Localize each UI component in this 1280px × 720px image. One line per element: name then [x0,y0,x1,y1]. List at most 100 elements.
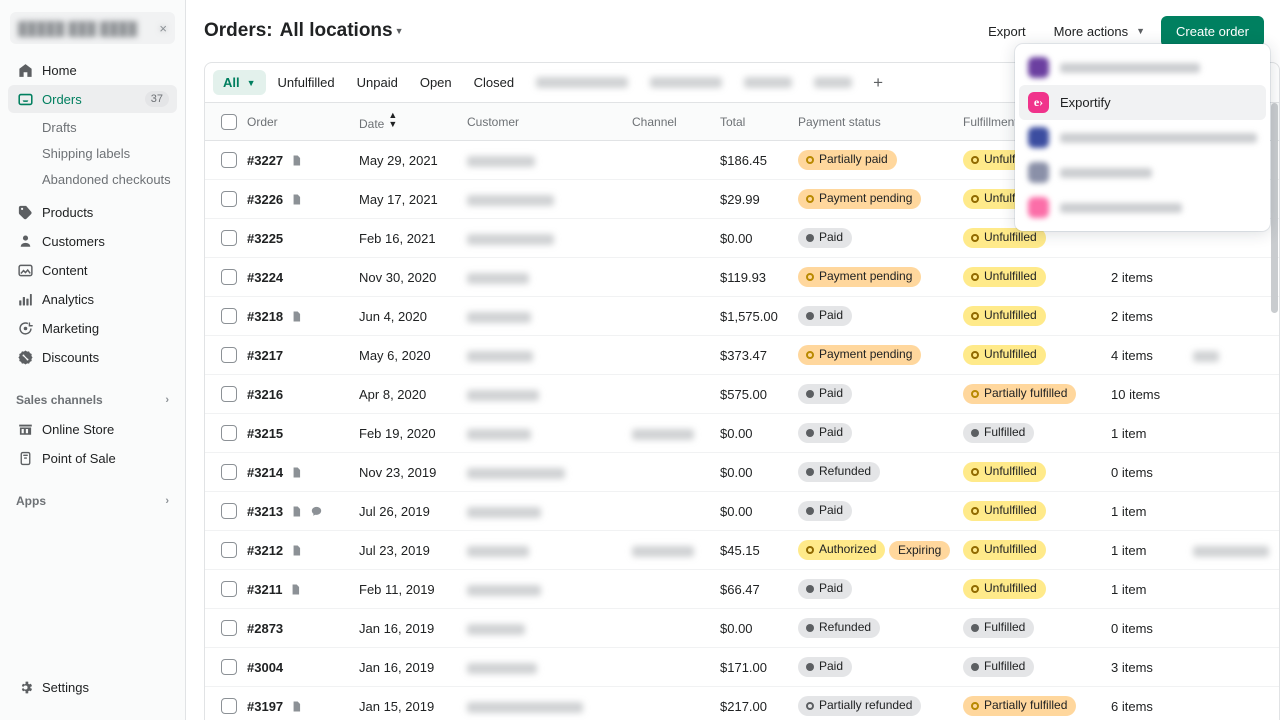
row-checkbox[interactable] [221,269,237,285]
column-channel[interactable]: Channel [632,103,720,141]
order-cell[interactable]: #3218 [247,297,359,336]
column-total[interactable]: Total [720,103,798,141]
column-date[interactable]: Date▲▼ [359,103,467,141]
menu-item-app[interactable] [1019,50,1266,85]
select-all-checkbox[interactable] [221,114,237,130]
row-checkbox[interactable] [221,542,237,558]
sidebar-item-settings[interactable]: Settings [8,673,177,701]
customer-name [467,195,554,206]
table-row[interactable]: #3211Feb 11, 2019$66.47Paid Unfulfilled1… [205,570,1280,609]
column-payment-status[interactable]: Payment status [798,103,963,141]
order-cell[interactable]: #3216 [247,375,359,414]
order-number: #3224 [247,270,283,285]
sidebar-item-point-of-sale[interactable]: Point of Sale [8,444,177,472]
sidebar-item-abandoned-checkouts[interactable]: Abandoned checkouts [8,166,177,192]
sidebar-item-shipping-labels[interactable]: Shipping labels [8,140,177,166]
scrollbar-thumb[interactable] [1271,103,1278,313]
sidebar-item-products[interactable]: Products [8,198,177,226]
row-checkbox[interactable] [221,698,237,714]
sidebar-item-drafts[interactable]: Drafts [8,114,177,140]
column-order[interactable]: Order [247,103,359,141]
table-row[interactable]: #3214Nov 23, 2019$0.00Refunded Unfulfill… [205,453,1280,492]
menu-item-app[interactable] [1019,120,1266,155]
fulfillment-status-badge: Fulfilled [963,423,1034,443]
table-row[interactable]: #3212Jul 23, 2019$45.15Authorized Expiri… [205,531,1280,570]
tab-all[interactable]: All ▼ [213,70,266,95]
close-icon[interactable]: × [159,21,167,36]
table-row[interactable]: #3197Jan 15, 2019$217.00Partially refund… [205,687,1280,720]
row-checkbox[interactable] [221,464,237,480]
sidebar-item-online-store[interactable]: Online Store [8,415,177,443]
tab-custom-4[interactable] [804,72,862,93]
order-cell[interactable]: #3224 [247,258,359,297]
location-filter[interactable]: All locations▼ [280,20,404,42]
row-checkbox[interactable] [221,152,237,168]
total-cell: $0.00 [720,219,798,258]
column-customer[interactable]: Customer [467,103,632,141]
table-row[interactable]: #3216Apr 8, 2020$575.00Paid Partially fu… [205,375,1280,414]
total-cell: $29.99 [720,180,798,219]
store-switcher[interactable]: █████ ███ ████ × [10,12,175,44]
sidebar-item-content[interactable]: Content [8,256,177,284]
order-cell[interactable]: #3227 [247,141,359,180]
date-cell: May 6, 2020 [359,336,467,375]
row-checkbox[interactable] [221,191,237,207]
order-cell[interactable]: #3213 [247,492,359,531]
sales-channels-header[interactable]: Sales channels › [8,389,177,411]
order-number: #3225 [247,231,283,246]
menu-item-app[interactable] [1019,190,1266,225]
row-checkbox[interactable] [221,620,237,636]
sidebar-item-orders[interactable]: Orders 37 [8,85,177,113]
table-row[interactable]: #3215Feb 19, 2020$0.00Paid Fulfilled1 it… [205,414,1280,453]
sidebar-item-home[interactable]: Home [8,56,177,84]
row-checkbox[interactable] [221,425,237,441]
sidebar-item-analytics[interactable]: Analytics [8,285,177,313]
apps-header[interactable]: Apps › [8,490,177,512]
table-row[interactable]: #3004Jan 16, 2019$171.00Paid Fulfilled3 … [205,648,1280,687]
sidebar-item-marketing[interactable]: Marketing [8,314,177,342]
tab-custom-3[interactable] [734,72,802,93]
row-checkbox[interactable] [221,581,237,597]
menu-item-app[interactable] [1019,155,1266,190]
sidebar-item-customers[interactable]: Customers [8,227,177,255]
order-cell[interactable]: #3225 [247,219,359,258]
row-checkbox[interactable] [221,659,237,675]
order-cell[interactable]: #3197 [247,687,359,720]
items-cell: 10 items [1111,375,1193,414]
table-scrollbar[interactable] [1270,103,1279,720]
tab-custom-1[interactable] [526,72,638,93]
order-cell[interactable]: #3212 [247,531,359,570]
sidebar-item-discounts[interactable]: Discounts [8,343,177,371]
menu-item-exportify[interactable]: e›Exportify [1019,85,1266,120]
tags-cell [1193,258,1280,297]
table-row[interactable]: #2873Jan 16, 2019$0.00Refunded Fulfilled… [205,609,1280,648]
create-order-button[interactable]: Create order [1161,16,1264,47]
tab-closed[interactable]: Closed [464,70,524,95]
order-cell[interactable]: #3214 [247,453,359,492]
add-tab-button[interactable]: + [864,72,892,93]
table-row[interactable]: #3217May 6, 2020$373.47Payment pending U… [205,336,1280,375]
table-row[interactable]: #3213Jul 26, 2019$0.00Paid Unfulfilled1 … [205,492,1280,531]
tab-custom-2[interactable] [640,72,732,93]
payment-status-badge: Refunded [798,618,880,638]
order-cell[interactable]: #2873 [247,609,359,648]
more-actions-button[interactable]: More actions ▼ [1042,17,1157,46]
row-checkbox[interactable] [221,347,237,363]
order-cell[interactable]: #3215 [247,414,359,453]
order-cell[interactable]: #3211 [247,570,359,609]
note-icon [290,193,303,206]
tab-unpaid[interactable]: Unpaid [347,70,408,95]
order-cell[interactable]: #3004 [247,648,359,687]
row-checkbox[interactable] [221,230,237,246]
payment-status-cell: Payment pending [798,336,963,375]
tab-open[interactable]: Open [410,70,462,95]
order-cell[interactable]: #3226 [247,180,359,219]
row-checkbox[interactable] [221,308,237,324]
table-row[interactable]: #3218Jun 4, 2020$1,575.00Paid Unfulfille… [205,297,1280,336]
row-checkbox[interactable] [221,386,237,402]
export-button[interactable]: Export [976,17,1038,46]
tab-unfulfilled[interactable]: Unfulfilled [268,70,345,95]
order-cell[interactable]: #3217 [247,336,359,375]
table-row[interactable]: #3224Nov 30, 2020$119.93Payment pending … [205,258,1280,297]
row-checkbox[interactable] [221,503,237,519]
